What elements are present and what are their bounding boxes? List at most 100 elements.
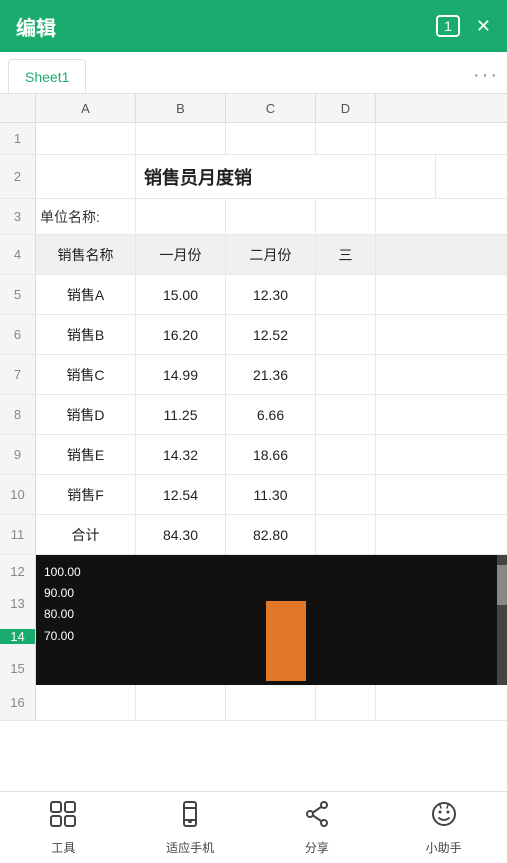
- cell-4-d[interactable]: 二月份: [226, 235, 316, 274]
- row-num-13: 13: [0, 596, 35, 611]
- cell-9-b[interactable]: 销售E: [36, 435, 136, 474]
- top-bar-right: 1 ✕: [436, 15, 491, 37]
- cell-3-e[interactable]: [316, 199, 376, 234]
- cell-1-c[interactable]: [136, 123, 226, 154]
- row-num-2: 2: [0, 155, 36, 198]
- cell-9-d[interactable]: 18.66: [226, 435, 316, 474]
- cell-10-b[interactable]: 销售F: [36, 475, 136, 514]
- cell-8-b[interactable]: 销售D: [36, 395, 136, 434]
- table-row: 11 合计 84.30 82.80: [0, 515, 507, 555]
- close-icon[interactable]: ✕: [476, 16, 491, 37]
- cell-4-e[interactable]: 三: [316, 235, 376, 274]
- cell-9-e[interactable]: [316, 435, 376, 474]
- row-num-4: 4: [0, 235, 36, 274]
- chart-scrollbar[interactable]: [497, 555, 507, 685]
- chart-scroll-thumb[interactable]: [497, 565, 507, 605]
- cell-7-e[interactable]: [316, 355, 376, 394]
- nav-assistant-label: 小助手: [426, 839, 462, 856]
- top-bar-num[interactable]: 1: [436, 15, 460, 37]
- table-row: 4 销售名称 一月份 二月份 三: [0, 235, 507, 275]
- cell-11-d[interactable]: 82.80: [226, 515, 316, 554]
- cell-16-b[interactable]: [36, 685, 136, 720]
- row-num-15: 15: [0, 661, 35, 676]
- cell-10-d[interactable]: 11.30: [226, 475, 316, 514]
- cell-11-e[interactable]: [316, 515, 376, 554]
- cell-8-e[interactable]: [316, 395, 376, 434]
- sheet-tab-bar: Sheet1 ···: [0, 52, 507, 94]
- cell-16-d[interactable]: [226, 685, 316, 720]
- nav-share[interactable]: 分享: [287, 800, 347, 856]
- cell-6-c[interactable]: 16.20: [136, 315, 226, 354]
- nav-share-label: 分享: [305, 839, 329, 856]
- row-num-9: 9: [0, 435, 36, 474]
- cell-16-c[interactable]: [136, 685, 226, 720]
- row-num-16: 16: [0, 685, 36, 720]
- cell-7-b[interactable]: 销售C: [36, 355, 136, 394]
- table-row: 9 销售E 14.32 18.66: [0, 435, 507, 475]
- cell-10-e[interactable]: [316, 475, 376, 514]
- row-num-12: 12: [0, 564, 35, 579]
- cell-2-title[interactable]: 销售员月度销: [136, 155, 376, 198]
- cell-3-b[interactable]: 单位名称:: [36, 199, 136, 234]
- cell-8-c[interactable]: 11.25: [136, 395, 226, 434]
- top-bar: 编辑 1 ✕: [0, 0, 507, 52]
- cell-11-c[interactable]: 84.30: [136, 515, 226, 554]
- row-num-5: 5: [0, 275, 36, 314]
- cell-5-c[interactable]: 15.00: [136, 275, 226, 314]
- cell-7-d[interactable]: 21.36: [226, 355, 316, 394]
- sheet-tab[interactable]: Sheet1: [8, 59, 86, 93]
- cell-16-e[interactable]: [316, 685, 376, 720]
- cell-4-b[interactable]: 销售名称: [36, 235, 136, 274]
- chart-y-label-70: 70.00: [44, 627, 81, 646]
- cell-2-b[interactable]: [36, 155, 136, 198]
- cell-8-d[interactable]: 6.66: [226, 395, 316, 434]
- cell-5-d[interactable]: 12.30: [226, 275, 316, 314]
- col-header-a: A: [36, 94, 136, 122]
- row-num-1: 1: [0, 123, 36, 154]
- cell-6-d[interactable]: 12.52: [226, 315, 316, 354]
- cell-3-d[interactable]: [226, 199, 316, 234]
- cell-5-e[interactable]: [316, 275, 376, 314]
- col-header-b: B: [136, 94, 226, 122]
- chart-y-labels: 100.00 90.00 80.00 70.00: [44, 563, 81, 646]
- chart-y-label-90: 90.00: [44, 584, 81, 603]
- nav-tools-label: 工具: [51, 839, 75, 856]
- cell-4-c[interactable]: 一月份: [136, 235, 226, 274]
- bottom-nav: 工具 适应手机 分享: [0, 791, 507, 863]
- row-num-14: 14: [0, 629, 35, 644]
- nav-assistant[interactable]: 小助手: [414, 800, 474, 856]
- cell-5-b[interactable]: 销售A: [36, 275, 136, 314]
- cell-10-c[interactable]: 12.54: [136, 475, 226, 514]
- sheet-tab-more-icon[interactable]: ···: [473, 64, 499, 93]
- chart-y-label-80: 80.00: [44, 605, 81, 624]
- row-num-10: 10: [0, 475, 36, 514]
- row-num-11: 11: [0, 515, 36, 554]
- chart-bar-orange: [266, 601, 306, 681]
- chart-row-nums: 12 13 14 15: [0, 555, 36, 685]
- cell-11-b[interactable]: 合计: [36, 515, 136, 554]
- cell-7-c[interactable]: 14.99: [136, 355, 226, 394]
- table-row-16: 16: [0, 685, 507, 721]
- table-row: 1: [0, 123, 507, 155]
- row-num-3: 3: [0, 199, 36, 234]
- cell-2-e[interactable]: [376, 155, 436, 198]
- cell-6-e[interactable]: [316, 315, 376, 354]
- cell-3-c[interactable]: [136, 199, 226, 234]
- cell-1-e[interactable]: [316, 123, 376, 154]
- adapt-icon: [176, 800, 204, 835]
- nav-tools[interactable]: 工具: [33, 800, 93, 856]
- cell-9-c[interactable]: 14.32: [136, 435, 226, 474]
- chart-content: 100.00 90.00 80.00 70.00: [36, 555, 497, 685]
- row-num-8: 8: [0, 395, 36, 434]
- cell-1-d[interactable]: [226, 123, 316, 154]
- share-icon: [303, 800, 331, 835]
- assistant-icon: [430, 800, 458, 835]
- cell-6-b[interactable]: 销售B: [36, 315, 136, 354]
- table-row: 2 销售员月度销: [0, 155, 507, 199]
- table-row: 10 销售F 12.54 11.30: [0, 475, 507, 515]
- row-num-7: 7: [0, 355, 36, 394]
- nav-adapt[interactable]: 适应手机: [160, 800, 220, 856]
- cell-1-b[interactable]: [36, 123, 136, 154]
- table-row: 5 销售A 15.00 12.30: [0, 275, 507, 315]
- table-row: 6 销售B 16.20 12.52: [0, 315, 507, 355]
